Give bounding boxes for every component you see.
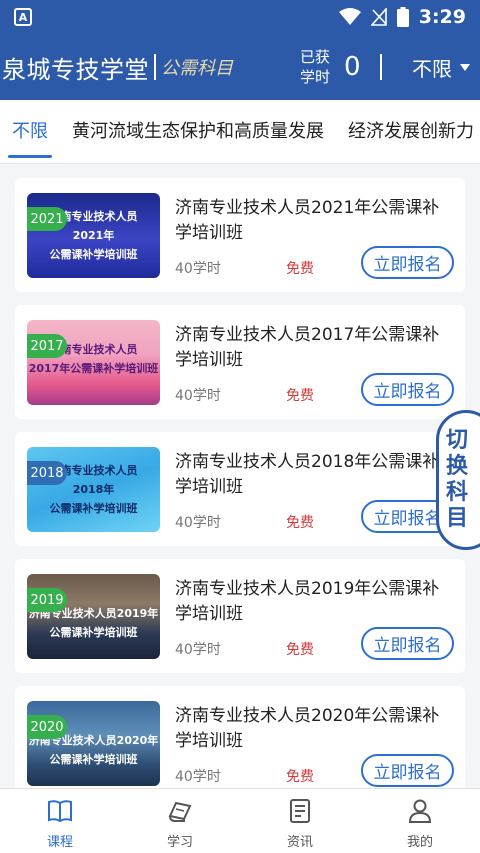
course-thumbnail: 济南专业技术人员2019年 公需课补学培训班 2019	[27, 574, 160, 659]
thumb-line: 2017年公需课补学培训班	[28, 362, 159, 375]
course-price: 免费	[286, 642, 314, 658]
thumb-line: 公需课补学培训班	[49, 502, 138, 515]
course-hours: 40学时	[175, 388, 221, 404]
hours-value: 0	[344, 52, 361, 82]
course-thumbnail: 济南专业技术人员 2018年 公需课补学培训班 2018	[27, 447, 160, 532]
tab-economic[interactable]: 经济发展创新力	[336, 100, 480, 163]
switch-char: 切	[445, 428, 468, 453]
bottom-nav: 课程 学习 资讯 我的	[0, 788, 480, 853]
earned-hours: 已获 学时 0	[298, 47, 382, 87]
course-thumbnail: 济南专业技术人员2020年 公需课补学培训班 2020	[27, 701, 160, 786]
enroll-button[interactable]: 立即报名	[361, 627, 454, 660]
enroll-button[interactable]: 立即报名	[361, 754, 454, 787]
filter-label: 不限	[412, 56, 452, 81]
switch-char: 目	[445, 506, 468, 531]
caret-down-icon	[460, 63, 470, 71]
app-notification-icon: A	[14, 8, 32, 26]
nav-profile[interactable]: 我的	[360, 789, 480, 853]
hours-label-line1: 已获	[299, 48, 330, 66]
nav-label: 学习	[166, 835, 193, 850]
switch-char: 科	[445, 480, 468, 505]
year-badge: 2018	[27, 461, 67, 485]
category-tabs: 不限 黄河流域生态保护和高质量发展 经济发展创新力	[0, 100, 480, 164]
book-open-icon	[48, 800, 72, 823]
nav-study[interactable]: 学习	[120, 789, 240, 853]
thumb-line: 公需课补学培训班	[49, 248, 138, 261]
course-hours: 40学时	[175, 515, 221, 531]
tab-yellow-river[interactable]: 黄河流域生态保护和高质量发展	[60, 100, 336, 163]
hours-divider	[380, 54, 382, 80]
course-price: 免费	[286, 769, 314, 785]
hours-label: 已获 学时	[298, 47, 332, 87]
brand-divider	[154, 54, 156, 80]
no-signal-icon	[370, 8, 387, 26]
course-price: 免费	[286, 388, 314, 404]
course-list[interactable]: 济南专业技术人员 2021年 公需课补学培训班 2021 济南专业技术人员202…	[0, 164, 480, 788]
wifi-icon	[338, 8, 361, 25]
course-hours: 40学时	[175, 261, 221, 277]
tab-all[interactable]: 不限	[0, 100, 60, 163]
year-badge: 2019	[27, 588, 67, 612]
thumb-line: 公需课补学培训班	[49, 753, 138, 766]
switch-subject-button[interactable]: 切 换 科 目	[436, 410, 480, 550]
year-badge: 2020	[27, 715, 67, 739]
nav-label: 课程	[46, 835, 73, 850]
course-title[interactable]: 济南专业技术人员2020年公需课补学培训班	[175, 704, 447, 754]
course-title[interactable]: 济南专业技术人员2017年公需课补学培训班	[175, 323, 447, 373]
status-bar: A 3:29	[0, 0, 480, 34]
nav-label: 我的	[406, 835, 433, 850]
course-title[interactable]: 济南专业技术人员2019年公需课补学培训班	[175, 577, 447, 627]
course-price: 免费	[286, 515, 314, 531]
app-header: 泉城专技学堂 公需科目 已获 学时 0 不限	[0, 34, 480, 100]
status-time: 3:29	[418, 6, 466, 28]
course-thumbnail: 济南专业技术人员 2017年公需课补学培训班 2017	[27, 320, 160, 405]
hours-label-line2: 学时	[299, 68, 330, 86]
brand-title: 泉城专技学堂	[2, 55, 149, 84]
enroll-button[interactable]: 立即报名	[361, 246, 454, 279]
course-card[interactable]: 济南专业技术人员 2021年 公需课补学培训班 2021 济南专业技术人员202…	[15, 178, 465, 292]
nav-courses[interactable]: 课程	[0, 789, 120, 853]
filter-dropdown[interactable]: 不限	[412, 53, 470, 82]
switch-char: 换	[445, 454, 468, 479]
news-icon	[290, 799, 310, 823]
nav-news[interactable]: 资讯	[240, 789, 360, 853]
brand-subtitle: 公需科目	[161, 58, 233, 79]
battery-icon	[396, 7, 409, 27]
course-card[interactable]: 济南专业技术人员 2018年 公需课补学培训班 2018 济南专业技术人员201…	[15, 432, 465, 546]
thumb-line: 公需课补学培训班	[49, 626, 138, 639]
course-card[interactable]: 济南专业技术人员2019年 公需课补学培训班 2019 济南专业技术人员2019…	[15, 559, 465, 673]
year-badge: 2021	[27, 207, 67, 231]
course-card[interactable]: 济南专业技术人员2020年 公需课补学培训班 2020 济南专业技术人员2020…	[15, 686, 465, 788]
course-card[interactable]: 济南专业技术人员 2017年公需课补学培训班 2017 济南专业技术人员2017…	[15, 305, 465, 419]
user-icon	[408, 799, 432, 823]
course-hours: 40学时	[175, 642, 221, 658]
course-title[interactable]: 济南专业技术人员2021年公需课补学培训班	[175, 196, 447, 246]
brand-logo: 泉城专技学堂 公需科目	[0, 50, 233, 85]
nav-label: 资讯	[286, 835, 313, 850]
course-thumbnail: 济南专业技术人员 2021年 公需课补学培训班 2021	[27, 193, 160, 278]
course-title[interactable]: 济南专业技术人员2018年公需课补学培训班	[175, 450, 447, 500]
course-hours: 40学时	[175, 769, 221, 785]
enroll-button[interactable]: 立即报名	[361, 373, 454, 406]
status-icons: 3:29	[338, 6, 466, 28]
books-icon	[168, 801, 192, 822]
course-price: 免费	[286, 261, 314, 277]
year-badge: 2017	[27, 334, 67, 358]
